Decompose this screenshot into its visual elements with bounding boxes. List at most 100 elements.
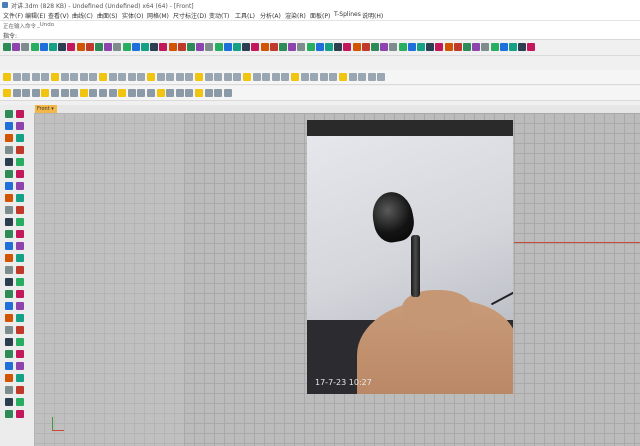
toolbar-button-icon[interactable] bbox=[76, 43, 85, 51]
toolbar-button-icon[interactable] bbox=[79, 73, 88, 81]
side-tool-icon[interactable] bbox=[16, 122, 24, 130]
toolbar-button-icon[interactable] bbox=[99, 73, 107, 81]
toolbar-button-icon[interactable] bbox=[472, 43, 481, 51]
side-tool-icon[interactable] bbox=[16, 350, 24, 358]
toolbar-button-icon[interactable] bbox=[49, 43, 57, 51]
toolbar-button-icon[interactable] bbox=[60, 89, 69, 97]
toolbar-button-icon[interactable] bbox=[99, 89, 107, 97]
toolbar-button-icon[interactable] bbox=[348, 73, 357, 81]
side-tool-icon[interactable] bbox=[5, 230, 13, 238]
side-tool-icon[interactable] bbox=[5, 134, 13, 142]
toolbar-button-icon[interactable] bbox=[187, 43, 195, 51]
side-tool-icon[interactable] bbox=[5, 374, 13, 382]
side-tool-icon[interactable] bbox=[5, 218, 13, 226]
toolbar-button-icon[interactable] bbox=[205, 43, 214, 51]
toolbar-button-icon[interactable] bbox=[122, 43, 131, 51]
toolbar-button-icon[interactable] bbox=[95, 43, 103, 51]
toolbar-button-icon[interactable] bbox=[127, 73, 136, 81]
toolbar-button-icon[interactable] bbox=[30, 43, 39, 51]
toolbar-button-icon[interactable] bbox=[22, 73, 31, 81]
toolbar-button-icon[interactable] bbox=[262, 73, 271, 81]
toolbar-button-icon[interactable] bbox=[41, 73, 50, 81]
toolbar-button-icon[interactable] bbox=[417, 43, 425, 51]
toolbar-button-icon[interactable] bbox=[204, 89, 213, 97]
toolbar-button-icon[interactable] bbox=[70, 73, 79, 81]
side-tool-icon[interactable] bbox=[16, 242, 24, 250]
side-tool-icon[interactable] bbox=[16, 338, 24, 346]
side-tool-icon[interactable] bbox=[16, 134, 24, 142]
toolbar-button-icon[interactable] bbox=[137, 73, 146, 81]
toolbar-button-icon[interactable] bbox=[118, 73, 127, 81]
side-tool-icon[interactable] bbox=[5, 146, 13, 154]
toolbar-button-icon[interactable] bbox=[223, 73, 232, 81]
toolbar-button-icon[interactable] bbox=[214, 73, 223, 81]
toolbar-button-icon[interactable] bbox=[70, 89, 79, 97]
toolbar-button-icon[interactable] bbox=[168, 43, 177, 51]
side-tool-icon[interactable] bbox=[16, 146, 24, 154]
toolbar-button-icon[interactable] bbox=[319, 73, 328, 81]
toolbar-button-icon[interactable] bbox=[150, 43, 159, 51]
toolbar-button-icon[interactable] bbox=[310, 73, 319, 81]
menu-help[interactable]: 说明(H) bbox=[362, 11, 383, 20]
menu-render[interactable]: 渲染(R) bbox=[285, 11, 306, 20]
toolbar-button-icon[interactable] bbox=[51, 73, 59, 81]
side-tool-icon[interactable] bbox=[5, 410, 13, 418]
toolbar-button-icon[interactable] bbox=[490, 43, 499, 51]
side-tool-icon[interactable] bbox=[5, 290, 13, 298]
toolbar-button-icon[interactable] bbox=[21, 43, 30, 51]
side-tool-icon[interactable] bbox=[16, 230, 24, 238]
toolbar-button-icon[interactable] bbox=[108, 73, 117, 81]
side-tool-icon[interactable] bbox=[5, 386, 13, 394]
toolbar-button-icon[interactable] bbox=[51, 89, 59, 97]
toolbar-button-icon[interactable] bbox=[509, 43, 517, 51]
toolbar-button-icon[interactable] bbox=[281, 73, 290, 81]
toolbar-button-icon[interactable] bbox=[499, 43, 508, 51]
toolbar-button-icon[interactable] bbox=[195, 89, 203, 97]
toolbar-button-icon[interactable] bbox=[118, 89, 127, 97]
toolbar-button-icon[interactable] bbox=[233, 43, 241, 51]
toolbar-button-icon[interactable] bbox=[127, 89, 136, 97]
side-tool-icon[interactable] bbox=[5, 254, 13, 262]
toolbar-button-icon[interactable] bbox=[166, 73, 175, 81]
menu-panels[interactable]: 面板(P) bbox=[310, 11, 330, 20]
toolbar-button-icon[interactable] bbox=[252, 73, 261, 81]
side-tool-icon[interactable] bbox=[5, 194, 13, 202]
side-tool-icon[interactable] bbox=[5, 398, 13, 406]
toolbar-button-icon[interactable] bbox=[518, 43, 527, 51]
side-tool-icon[interactable] bbox=[5, 278, 13, 286]
toolbar-button-icon[interactable] bbox=[407, 43, 416, 51]
side-tool-icon[interactable] bbox=[5, 338, 13, 346]
toolbar-button-icon[interactable] bbox=[315, 43, 324, 51]
toolbar-button-icon[interactable] bbox=[31, 89, 40, 97]
toolbar-button-icon[interactable] bbox=[159, 43, 168, 51]
side-tool-icon[interactable] bbox=[16, 206, 24, 214]
toolbar-button-icon[interactable] bbox=[58, 43, 67, 51]
toolbar-button-icon[interactable] bbox=[60, 73, 69, 81]
side-tool-icon[interactable] bbox=[16, 254, 24, 262]
side-tool-icon[interactable] bbox=[16, 302, 24, 310]
toolbar-button-icon[interactable] bbox=[297, 43, 306, 51]
toolbar-button-icon[interactable] bbox=[271, 73, 280, 81]
toolbar-button-icon[interactable] bbox=[85, 43, 94, 51]
side-tool-icon[interactable] bbox=[5, 350, 13, 358]
toolbar-button-icon[interactable] bbox=[325, 43, 333, 51]
toolbar-button-icon[interactable] bbox=[3, 73, 11, 81]
side-tool-icon[interactable] bbox=[5, 266, 13, 274]
menu-file[interactable]: 文件(F) bbox=[3, 11, 23, 20]
side-tool-icon[interactable] bbox=[16, 218, 24, 226]
side-tool-icon[interactable] bbox=[16, 386, 24, 394]
side-tool-icon[interactable] bbox=[5, 110, 13, 118]
side-tool-icon[interactable] bbox=[5, 362, 13, 370]
side-tool-icon[interactable] bbox=[16, 326, 24, 334]
toolbar-button-icon[interactable] bbox=[481, 43, 490, 51]
side-tool-icon[interactable] bbox=[16, 410, 24, 418]
toolbar-button-icon[interactable] bbox=[147, 73, 155, 81]
toolbar-button-icon[interactable] bbox=[89, 89, 98, 97]
side-tool-icon[interactable] bbox=[16, 290, 24, 298]
toolbar-button-icon[interactable] bbox=[89, 73, 98, 81]
toolbar-button-icon[interactable] bbox=[185, 73, 194, 81]
toolbar-button-icon[interactable] bbox=[166, 89, 175, 97]
menu-tsplines[interactable]: T-Splines bbox=[334, 11, 361, 18]
side-tool-icon[interactable] bbox=[16, 182, 24, 190]
toolbar-button-icon[interactable] bbox=[444, 43, 453, 51]
